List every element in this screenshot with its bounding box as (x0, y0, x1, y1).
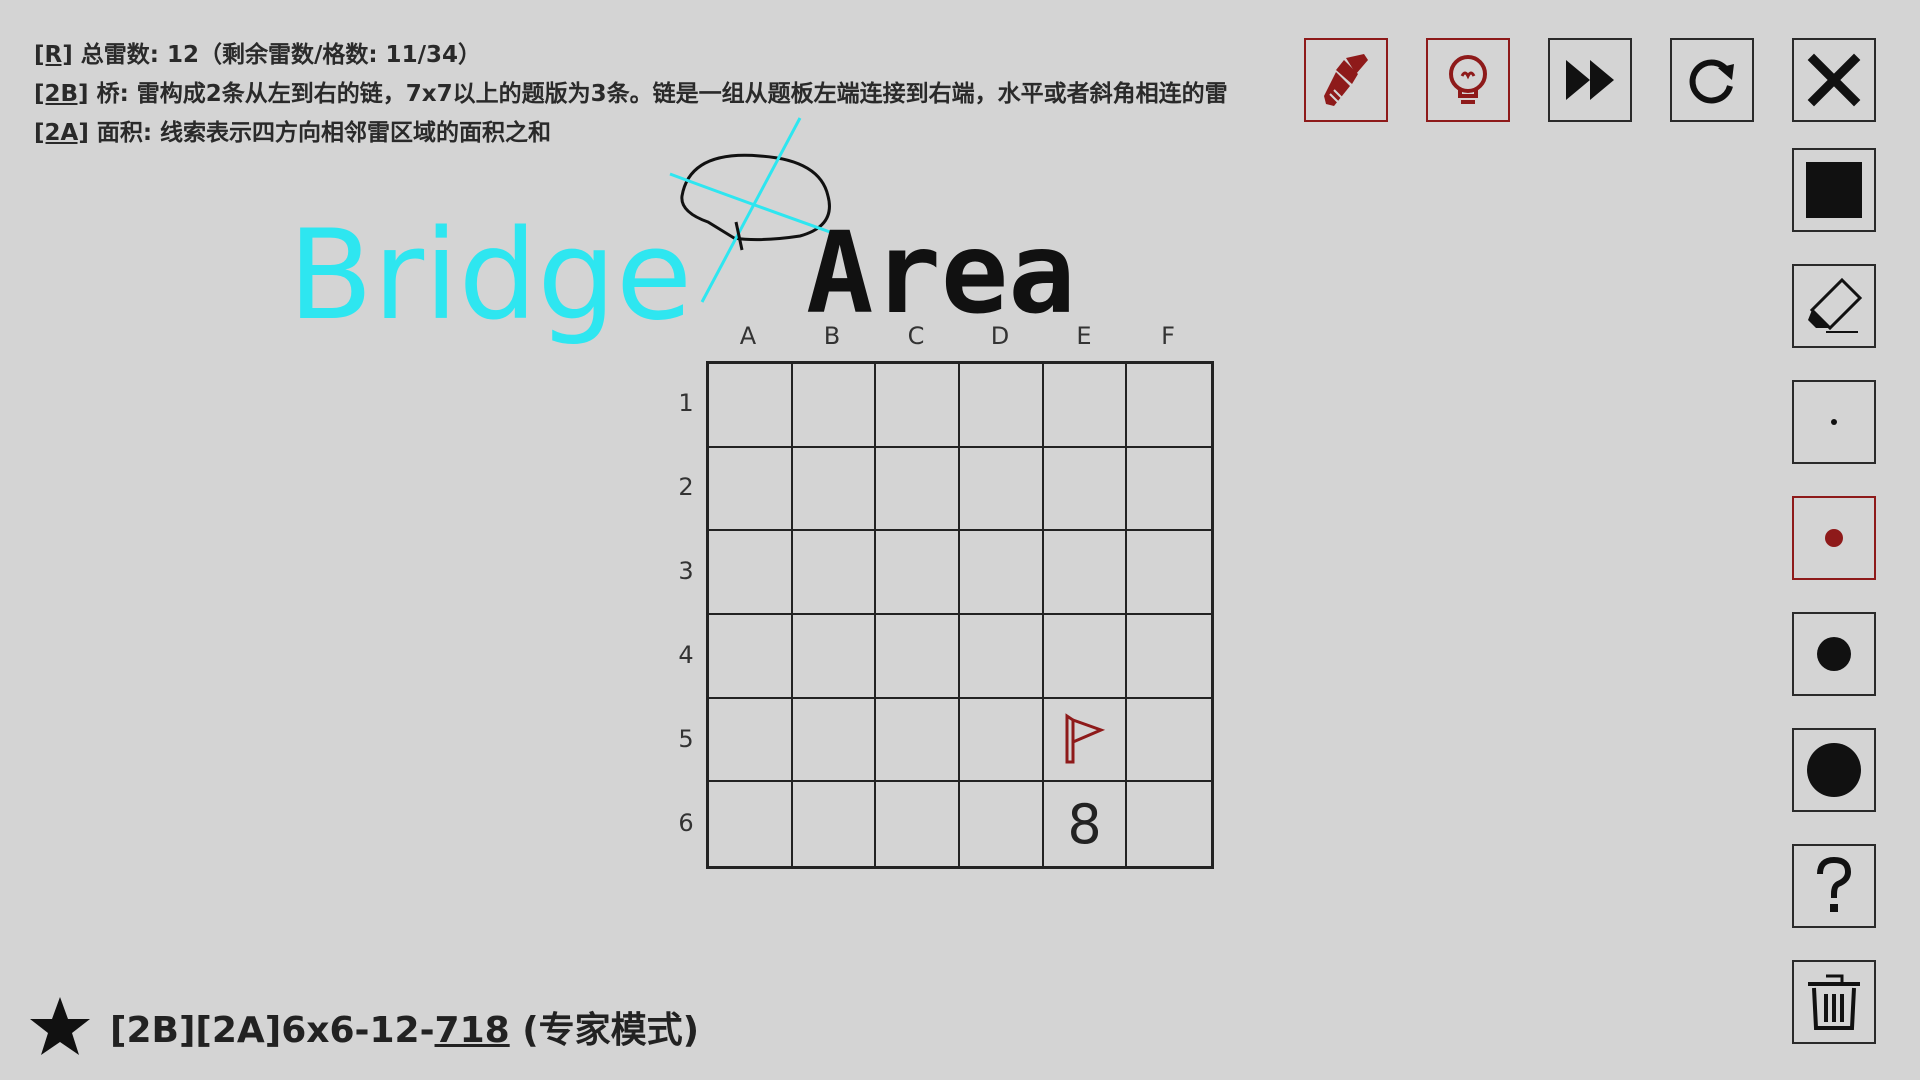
cell-c3[interactable] (876, 531, 960, 615)
rule-area: [2A] 面积: 线索表示四方向相邻雷区域的面积之和 (34, 120, 552, 146)
cell-e1[interactable] (1043, 364, 1128, 448)
column-label: E (1076, 322, 1092, 350)
cell-d4[interactable] (959, 614, 1044, 699)
trash-icon (1808, 974, 1860, 1030)
cell-c2[interactable] (876, 447, 960, 532)
column-label: B (823, 322, 841, 350)
area-annotation: Area (806, 209, 1076, 339)
cell-a1[interactable] (709, 364, 793, 448)
cell-f2[interactable] (1127, 448, 1211, 532)
cell-a2[interactable] (709, 447, 793, 532)
hint-button[interactable] (1426, 38, 1510, 122)
cell-f5[interactable] (1127, 699, 1211, 783)
tiny-dot-icon (1831, 419, 1837, 425)
flag-icon (1065, 713, 1106, 764)
cell-d3[interactable] (959, 531, 1044, 615)
red-dot-tool[interactable] (1792, 496, 1876, 580)
cell-e6[interactable]: 8 (1044, 782, 1128, 866)
cell-b4[interactable] (792, 614, 877, 699)
cell-a5[interactable] (709, 698, 793, 783)
large-dot-tool[interactable] (1792, 728, 1876, 812)
question-tool[interactable] (1792, 844, 1876, 928)
row-label: 6 (678, 809, 694, 837)
puzzle-id-link[interactable]: 718 (435, 1010, 510, 1051)
close-icon (1807, 53, 1861, 107)
fill-black-tool[interactable] (1792, 148, 1876, 232)
cell-c5[interactable] (876, 698, 960, 783)
cell-e5[interactable] (1043, 698, 1128, 783)
cell-d1[interactable] (959, 364, 1044, 448)
row-label: 1 (678, 389, 694, 417)
tiny-dot-tool[interactable] (1792, 380, 1876, 464)
column-label: A (739, 322, 757, 350)
game-screen: [R] 总雷数: 12（剩余雷数/格数: 11/34） [2B] 桥: 雷构成2… (0, 0, 1920, 1080)
cell-e4[interactable] (1043, 614, 1128, 699)
cell-e3[interactable] (1043, 531, 1128, 615)
close-button[interactable] (1792, 38, 1876, 122)
cell-b3[interactable] (792, 531, 877, 615)
cell-f4[interactable] (1127, 615, 1211, 699)
brush-button[interactable] (1304, 38, 1388, 122)
column-label: C (907, 322, 925, 350)
row-label: 4 (678, 641, 694, 669)
rule-bridge: [2B] 桥: 雷构成2条从左到右的链，7x7以上的题版为3条。链是一组从题板左… (34, 81, 1228, 107)
cell-b1[interactable] (792, 364, 877, 448)
column-label: F (1161, 322, 1175, 350)
row-label: 3 (678, 557, 694, 585)
rule-total-mines: [R] 总雷数: 12（剩余雷数/格数: 11/34） (34, 42, 481, 68)
cell-a4[interactable] (709, 614, 793, 699)
cell-a3[interactable] (709, 531, 793, 615)
puzzle-title: [2B][2A]6x6-12-718 (专家模式) (110, 1010, 700, 1051)
medium-dot-icon (1817, 637, 1851, 671)
cell-d5[interactable] (959, 698, 1044, 783)
red-dot-icon (1825, 529, 1843, 547)
clue-number: 8 (1067, 792, 1102, 856)
cell-f3[interactable] (1127, 531, 1211, 615)
restart-button[interactable] (1670, 38, 1754, 122)
row-label: 2 (678, 473, 694, 501)
rules-panel: [R] 总雷数: 12（剩余雷数/格数: 11/34） [2B] 桥: 雷构成2… (34, 36, 1274, 153)
cell-e2[interactable] (1043, 447, 1128, 532)
lightbulb-icon (1449, 55, 1487, 104)
cell-c4[interactable] (876, 614, 960, 699)
cell-a6[interactable] (709, 782, 793, 866)
cell-b5[interactable] (792, 698, 877, 783)
cell-f6[interactable] (1127, 782, 1211, 866)
cell-b2[interactable] (792, 447, 877, 532)
game-board: 8 (706, 361, 1214, 869)
cell-c6[interactable] (876, 782, 960, 866)
cell-c1[interactable] (876, 364, 960, 448)
large-dot-icon (1807, 743, 1861, 797)
question-icon (1817, 856, 1852, 912)
cell-f1[interactable] (1127, 364, 1211, 448)
bridge-annotation: Bridge (288, 204, 692, 348)
cell-d6[interactable] (960, 782, 1044, 866)
brush-icon (1324, 54, 1368, 106)
eraser-tool[interactable] (1792, 264, 1876, 348)
cell-b6[interactable] (793, 782, 877, 866)
cell-d2[interactable] (959, 447, 1044, 532)
eraser-icon (1808, 277, 1863, 333)
medium-dot-tool[interactable] (1792, 612, 1876, 696)
column-label: D (990, 322, 1010, 350)
black-square-icon (1806, 162, 1862, 218)
fast-forward-button[interactable] (1548, 38, 1632, 122)
star-icon[interactable] (28, 995, 92, 1059)
puzzle-info: [2B][2A]6x6-12-718 (专家模式) (28, 992, 699, 1062)
fast-forward-icon (1566, 60, 1614, 100)
row-label: 5 (678, 725, 694, 753)
trash-tool[interactable] (1792, 960, 1876, 1044)
restart-icon (1689, 59, 1734, 104)
